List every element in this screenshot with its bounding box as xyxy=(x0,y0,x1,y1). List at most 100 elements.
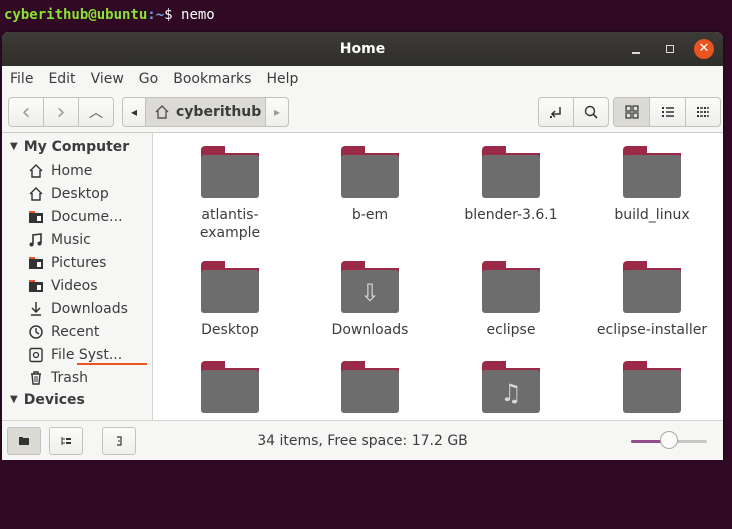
file-item[interactable]: eclipse-installer xyxy=(592,261,712,339)
menu-help[interactable]: Help xyxy=(266,71,298,87)
list-icon xyxy=(661,107,674,117)
terminal-command: nemo xyxy=(181,7,215,23)
nemo-window: Home ✕ File Edit View Go Bookmarks Help … xyxy=(2,32,723,460)
folder-icon xyxy=(201,261,259,313)
file-name: Downloads xyxy=(331,322,409,338)
music-emblem-icon: ♫ xyxy=(500,379,522,407)
icon-view-button[interactable] xyxy=(613,97,650,127)
sidebar-section-devices[interactable]: ▼ Devices xyxy=(10,389,85,411)
sidebar-section-my-computer[interactable]: ▼ My Computer xyxy=(10,136,129,158)
download-icon xyxy=(31,301,41,316)
sidebar-item-desktop[interactable]: Desktop xyxy=(28,182,150,205)
sidebar-item-pictures[interactable]: Pictures xyxy=(28,251,150,274)
home-icon xyxy=(29,186,43,201)
search-button[interactable] xyxy=(573,97,609,127)
sidebar-item-videos[interactable]: Videos xyxy=(28,274,150,297)
minimize-button[interactable] xyxy=(626,39,646,59)
sidebar-item-home[interactable]: Home xyxy=(28,159,150,182)
file-name: Desktop xyxy=(201,322,259,338)
up-button[interactable]: ︿ xyxy=(78,97,114,127)
file-name: b-em xyxy=(351,207,389,223)
file-item[interactable] xyxy=(170,361,290,413)
menu-go[interactable]: Go xyxy=(139,71,158,87)
sidebar-item-label: Recent xyxy=(51,323,100,340)
folder-icon xyxy=(29,256,43,269)
menu-edit[interactable]: Edit xyxy=(48,71,75,87)
sidebar-item-label: Home xyxy=(51,162,93,179)
file-item[interactable]: build_linux xyxy=(592,146,712,224)
sidebar-section-label: Devices xyxy=(23,392,85,408)
menu-file[interactable]: File xyxy=(10,71,33,87)
terminal-prompt: cyberithub@ubuntu:~$ nemo xyxy=(4,6,215,24)
drive-icon xyxy=(29,347,43,362)
expander-down-icon[interactable]: ▼ xyxy=(10,389,18,411)
sidebar-item-label: File Syst... xyxy=(51,346,123,363)
home-icon xyxy=(29,163,43,178)
terminal-path: :~ xyxy=(147,7,165,23)
toolbar: ‹ › ︿ ◂ cyberithub ▸ xyxy=(2,92,723,133)
list-view-button[interactable] xyxy=(649,97,686,127)
folder-icon xyxy=(623,146,681,198)
zoom-slider-handle[interactable] xyxy=(660,431,678,449)
path-scroll-left-button[interactable]: ◂ xyxy=(122,97,146,127)
sidebar-item-downloads[interactable]: Downloads xyxy=(28,297,150,320)
folder-icon xyxy=(201,146,259,198)
folder-icon xyxy=(201,361,259,413)
sidebar-item-recent[interactable]: Recent xyxy=(28,320,150,343)
compact-list-icon xyxy=(697,107,709,117)
folder-icon xyxy=(482,146,540,198)
menu-bookmarks[interactable]: Bookmarks xyxy=(173,71,251,87)
sidebar-item-trash[interactable]: Trash xyxy=(28,366,150,389)
back-button[interactable]: ‹ xyxy=(8,97,44,127)
breadcrumb-label: cyberithub xyxy=(176,104,262,120)
status-text: 34 items, Free space: 17.2 GB xyxy=(257,433,468,449)
window-title: Home xyxy=(339,41,386,57)
file-item[interactable]: ♫ xyxy=(451,361,571,413)
breadcrumb-current[interactable]: cyberithub xyxy=(145,97,266,127)
downloads-folder-icon: ⇩ xyxy=(341,261,399,313)
toggle-location-button[interactable] xyxy=(538,97,574,127)
file-item[interactable]: Desktop xyxy=(170,261,290,339)
sidebar-item-label: Desktop xyxy=(51,185,109,202)
grid-icon xyxy=(624,105,639,119)
file-item[interactable] xyxy=(310,361,430,413)
file-item[interactable] xyxy=(592,361,712,413)
status-bar: 34 items, Free space: 17.2 GB xyxy=(2,420,723,460)
sidebar-item-label: Trash xyxy=(51,369,88,386)
forward-button[interactable]: › xyxy=(43,97,79,127)
compact-view-button[interactable] xyxy=(685,97,721,127)
music-folder-icon: ♫ xyxy=(482,361,540,413)
expander-down-icon[interactable]: ▼ xyxy=(10,136,18,158)
sidebar-item-file-system[interactable]: File Syst... xyxy=(28,343,150,366)
close-button[interactable]: ✕ xyxy=(694,39,714,59)
title-bar[interactable]: Home ✕ xyxy=(2,32,723,66)
home-icon xyxy=(155,105,169,119)
path-scroll-right-button[interactable]: ▸ xyxy=(265,97,289,127)
folder-icon xyxy=(623,361,681,413)
file-view: atlantis- example b-em blender-3.6.1 bui… xyxy=(153,133,723,420)
folder-icon xyxy=(29,210,43,223)
file-item[interactable]: blender-3.6.1 xyxy=(451,146,571,224)
menu-view[interactable]: View xyxy=(91,71,124,87)
file-name: blender-3.6.1 xyxy=(464,207,558,223)
disk-usage-bar xyxy=(77,363,147,365)
file-name: atlantis- example xyxy=(199,207,261,241)
file-item[interactable]: b-em xyxy=(310,146,430,224)
music-icon xyxy=(29,232,42,246)
file-item[interactable]: atlantis- example xyxy=(170,146,290,242)
folder-icon xyxy=(29,279,43,292)
file-name: eclipse-installer xyxy=(596,322,708,338)
file-item[interactable]: eclipse xyxy=(451,261,571,339)
file-name: build_linux xyxy=(614,207,690,223)
search-icon xyxy=(584,105,598,119)
sidebar: ▼ My Computer Home Desktop Docume... Musi… xyxy=(2,133,153,420)
trash-icon xyxy=(31,370,41,385)
sidebar-item-documents[interactable]: Docume... xyxy=(28,205,150,228)
chevron-left-icon: ‹ xyxy=(21,99,31,125)
sidebar-item-label: Music xyxy=(51,231,91,248)
maximize-button[interactable] xyxy=(660,39,680,59)
file-item[interactable]: ⇩ Downloads xyxy=(310,261,430,339)
clock-icon xyxy=(29,324,43,339)
sidebar-item-label: Videos xyxy=(51,277,98,294)
sidebar-item-music[interactable]: Music xyxy=(28,228,150,251)
